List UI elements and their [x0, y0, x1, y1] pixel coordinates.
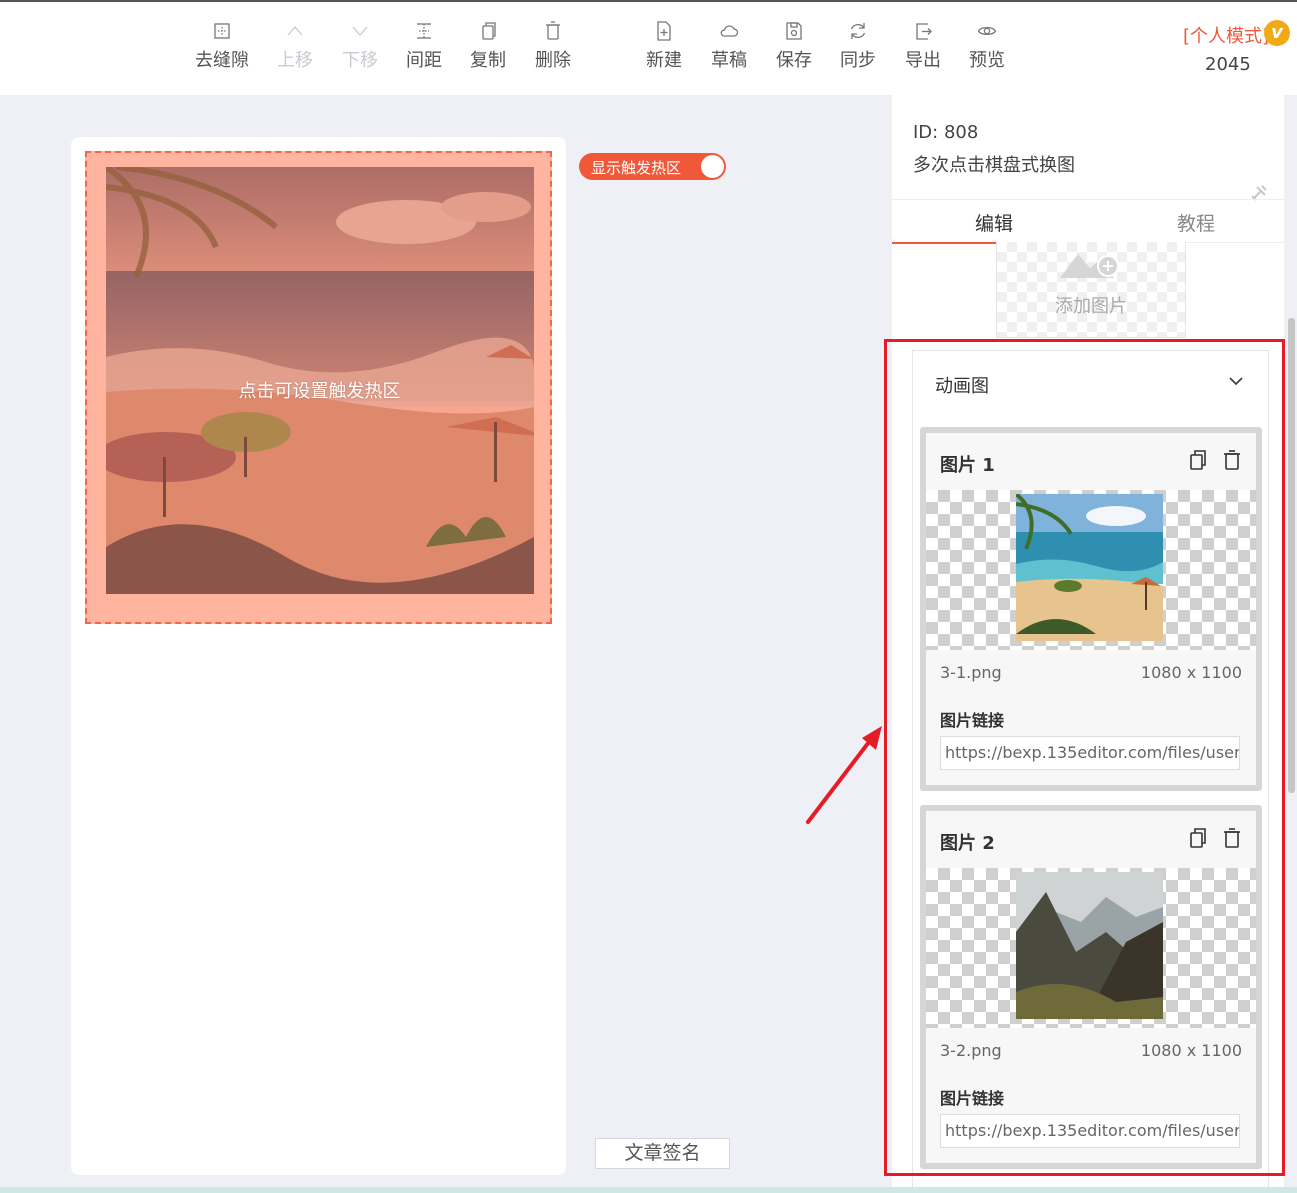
- image-link-label: 图片链接: [940, 1089, 1005, 1108]
- image-link-label: 图片链接: [940, 711, 1005, 730]
- image-file-name: 3-1.png: [940, 663, 1002, 682]
- toggle-knob: [701, 155, 724, 178]
- save-label: 保存: [776, 50, 812, 71]
- delete-button[interactable]: 删除: [521, 20, 585, 72]
- annotation-arrow-icon: [806, 726, 882, 824]
- vip-badge-icon[interactable]: v: [1264, 20, 1290, 46]
- image-dimensions: 1080 x 1100: [1140, 1041, 1242, 1060]
- mountain-thumbnail: [1016, 872, 1163, 1019]
- trash-icon[interactable]: [1222, 449, 1242, 471]
- sync-label: 同步: [840, 50, 876, 71]
- copy-icon: [482, 22, 496, 40]
- spacing-label: 间距: [406, 50, 442, 71]
- editor-canvas: 点击可设置触发热区: [71, 137, 566, 1175]
- new-file-icon: [657, 21, 671, 41]
- template-id: ID: 808: [913, 122, 979, 143]
- save-button[interactable]: 保存: [762, 20, 826, 72]
- trigger-hotzone[interactable]: 点击可设置触发热区: [85, 151, 552, 624]
- copy-icon[interactable]: [1188, 827, 1208, 849]
- image-card: 图片 2 3-2.png 1080 x 1100 图片链接 https://be…: [920, 805, 1262, 1169]
- spacing-icon: [417, 23, 431, 39]
- personal-mode-label[interactable]: [个人模式]: [1183, 22, 1269, 48]
- draft-label: 草稿: [711, 50, 747, 71]
- image-card-title: 图片 2: [940, 833, 995, 854]
- add-image-icon: [1060, 254, 1119, 278]
- add-image-button[interactable]: 添加图片: [996, 242, 1186, 338]
- export-button[interactable]: 导出: [891, 20, 955, 72]
- new-button[interactable]: 新建: [632, 20, 696, 72]
- move-up-button[interactable]: 上移: [263, 20, 327, 72]
- top-toolbar: 去缝隙 上移 下移 间距 复制 删除 新建 草稿 保存 同步 导出 预览 [个人…: [0, 0, 1297, 95]
- mode-number: 2045: [1205, 54, 1251, 75]
- show-hotzone-toggle[interactable]: 显示触发热区: [579, 153, 726, 180]
- preview-label: 预览: [969, 50, 1005, 71]
- copy-icon[interactable]: [1188, 449, 1208, 471]
- properties-panel: ID: 808 多次点击棋盘式换图 编辑 教程 添加图片 动画图 图片 1 3-…: [892, 95, 1284, 1193]
- panel-scrollbar[interactable]: [1288, 318, 1295, 793]
- move-down-button[interactable]: 下移: [328, 20, 392, 72]
- chevron-up-icon: [287, 26, 303, 36]
- animation-images-section: 动画图 图片 1 3-1.png 1080 x 1100 图片链接 https:…: [912, 350, 1269, 1193]
- collapse-gap-icon: [214, 23, 230, 39]
- collapse-gap-button[interactable]: 去缝隙: [190, 20, 254, 72]
- show-hotzone-label: 显示触发热区: [591, 159, 682, 177]
- collapse-gap-label: 去缝隙: [195, 50, 249, 71]
- image-link-input[interactable]: https://bexp.135editor.com/files/users/0…: [940, 736, 1240, 770]
- tab-edit[interactable]: 编辑: [975, 209, 1013, 236]
- move-down-label: 下移: [342, 50, 378, 71]
- new-label: 新建: [646, 50, 682, 71]
- export-label: 导出: [905, 50, 941, 71]
- hotzone-hint-text: 点击可设置触发热区: [238, 381, 401, 402]
- spacing-button[interactable]: 间距: [392, 20, 456, 72]
- section-title: 动画图: [935, 376, 989, 397]
- draft-button[interactable]: 草稿: [697, 20, 761, 72]
- eye-icon: [977, 26, 997, 36]
- chevron-down-icon: [352, 26, 368, 36]
- cloud-icon: [720, 25, 739, 37]
- image-card: 图片 1 3-1.png 1080 x 1100 图片链接 https://be…: [920, 427, 1262, 791]
- image-dimensions: 1080 x 1100: [1140, 663, 1242, 682]
- beach-thumbnail: [1016, 494, 1163, 641]
- tab-tutorial[interactable]: 教程: [1177, 209, 1215, 236]
- image-preview: [926, 490, 1256, 650]
- image-card-title: 图片 1: [940, 455, 995, 476]
- image-link-input[interactable]: https://bexp.135editor.com/files/users/0…: [940, 1114, 1240, 1148]
- article-signature-button[interactable]: 文章签名: [595, 1138, 730, 1169]
- copy-button[interactable]: 复制: [456, 20, 520, 72]
- sync-icon: [850, 23, 866, 39]
- move-up-label: 上移: [277, 50, 313, 71]
- save-icon: [786, 22, 802, 40]
- image-preview: [926, 868, 1256, 1028]
- trash-icon: [546, 21, 560, 40]
- template-name: 多次点击棋盘式换图: [913, 155, 1075, 176]
- delete-label: 删除: [535, 50, 571, 71]
- add-image-label: 添加图片: [1055, 296, 1127, 317]
- panel-tabs: 编辑 教程: [892, 199, 1284, 244]
- copy-label: 复制: [470, 50, 506, 71]
- image-file-name: 3-2.png: [940, 1041, 1002, 1060]
- preview-button[interactable]: 预览: [955, 20, 1019, 72]
- export-icon: [916, 23, 932, 40]
- trash-icon[interactable]: [1222, 827, 1242, 849]
- bottom-status-strip: [0, 1187, 1297, 1193]
- sync-button[interactable]: 同步: [826, 20, 890, 72]
- chevron-down-icon[interactable]: [1228, 373, 1244, 389]
